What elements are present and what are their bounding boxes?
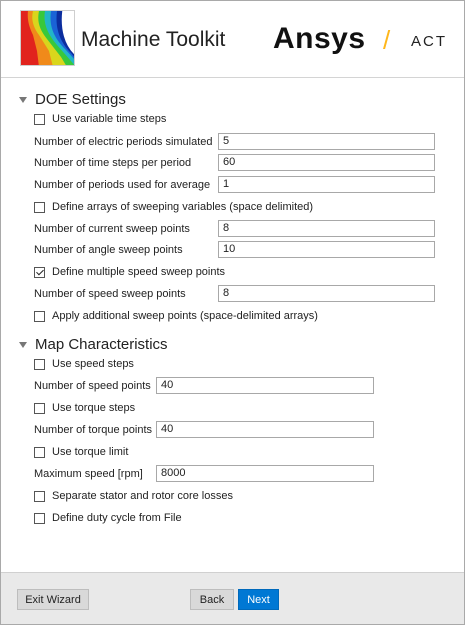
- multiple-speed-sweep-label: Define multiple speed sweep points: [52, 266, 226, 278]
- torque-points-label: Number of torque points: [34, 424, 153, 436]
- angle-sweep-points-input[interactable]: 10: [218, 241, 435, 258]
- wizard-footer: Exit Wizard Back Next: [1, 572, 464, 624]
- wizard-window: Machine Toolkit Ansys / ACT DOE Settings…: [0, 0, 465, 625]
- speed-points-label: Number of speed points: [34, 380, 151, 392]
- duty-cycle-checkbox[interactable]: [34, 512, 45, 524]
- separate-losses-checkbox[interactable]: [34, 490, 45, 502]
- use-torque-limit-label: Use torque limit: [52, 446, 129, 458]
- collapse-triangle-icon: [19, 97, 27, 103]
- use-variable-time-steps-checkbox[interactable]: [34, 113, 45, 125]
- max-speed-input[interactable]: 8000: [156, 465, 374, 482]
- multiple-speed-sweep-checkbox[interactable]: [34, 266, 45, 278]
- define-sweep-arrays-label: Define arrays of sweeping variables (spa…: [52, 201, 314, 213]
- time-steps-per-period-label: Number of time steps per period: [34, 157, 192, 169]
- additional-sweep-points-row[interactable]: Apply additional sweep points (space-del…: [34, 309, 318, 323]
- use-torque-limit-checkbox[interactable]: [34, 446, 45, 458]
- separate-losses-label: Separate stator and rotor core losses: [52, 490, 233, 502]
- use-variable-time-steps-row[interactable]: Use variable time steps: [34, 112, 166, 126]
- use-speed-steps-label: Use speed steps: [52, 358, 134, 370]
- doe-settings-title: DOE Settings: [35, 91, 126, 108]
- use-torque-steps-label: Use torque steps: [52, 402, 136, 414]
- max-speed-label: Maximum speed [rpm]: [34, 468, 143, 480]
- current-sweep-points-input[interactable]: 8: [218, 220, 435, 237]
- collapse-triangle-icon: [19, 342, 27, 348]
- current-sweep-points-label: Number of current sweep points: [34, 223, 190, 235]
- angle-sweep-points-label: Number of angle sweep points: [34, 244, 183, 256]
- use-torque-limit-row[interactable]: Use torque limit: [34, 445, 128, 459]
- duty-cycle-row[interactable]: Define duty cycle from File: [34, 511, 182, 525]
- speed-sweep-points-input[interactable]: 8: [218, 285, 435, 302]
- use-speed-steps-checkbox[interactable]: [34, 358, 45, 370]
- speed-points-input[interactable]: 40: [156, 377, 374, 394]
- electric-periods-label: Number of electric periods simulated: [34, 136, 213, 148]
- periods-for-average-input[interactable]: 1: [218, 176, 435, 193]
- map-characteristics-title: Map Characteristics: [35, 336, 168, 353]
- brand-slash: /: [383, 25, 391, 55]
- define-sweep-arrays-checkbox[interactable]: [34, 201, 45, 213]
- use-speed-steps-row[interactable]: Use speed steps: [34, 357, 134, 371]
- use-torque-steps-checkbox[interactable]: [34, 402, 45, 414]
- time-steps-per-period-input[interactable]: 60: [218, 154, 435, 171]
- back-button[interactable]: Back: [190, 589, 234, 610]
- speed-sweep-points-label: Number of speed sweep points: [34, 288, 186, 300]
- separate-losses-row[interactable]: Separate stator and rotor core losses: [34, 489, 233, 503]
- map-characteristics-header[interactable]: Map Characteristics: [19, 336, 168, 353]
- next-button[interactable]: Next: [238, 589, 279, 610]
- periods-for-average-label: Number of periods used for average: [34, 179, 211, 191]
- ansys-wordmark: Ansys: [273, 22, 366, 55]
- additional-sweep-points-checkbox[interactable]: [34, 310, 45, 322]
- additional-sweep-points-label: Apply additional sweep points (space-del…: [52, 310, 318, 322]
- act-label: ACT: [411, 33, 447, 50]
- app-title: Machine Toolkit: [81, 28, 226, 51]
- doe-settings-header[interactable]: DOE Settings: [19, 91, 126, 108]
- duty-cycle-label: Define duty cycle from File: [52, 512, 182, 524]
- use-torque-steps-row[interactable]: Use torque steps: [34, 401, 135, 415]
- exit-wizard-button[interactable]: Exit Wizard: [17, 589, 89, 610]
- torque-points-input[interactable]: 40: [156, 421, 374, 438]
- electric-periods-input[interactable]: 5: [218, 133, 435, 150]
- define-sweep-arrays-row[interactable]: Define arrays of sweeping variables (spa…: [34, 200, 313, 214]
- use-variable-time-steps-label: Use variable time steps: [52, 113, 167, 125]
- multiple-speed-sweep-row[interactable]: Define multiple speed sweep points: [34, 265, 225, 279]
- wizard-header: Machine Toolkit Ansys / ACT: [1, 1, 464, 78]
- flux-map-thumbnail: [20, 10, 75, 66]
